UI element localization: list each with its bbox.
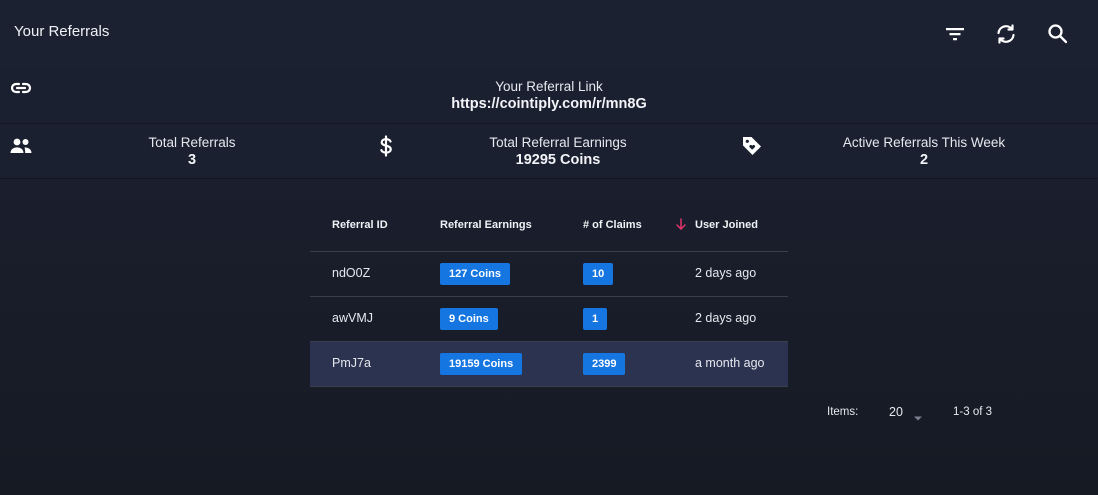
earnings-chip: 9 Coins — [440, 308, 498, 330]
top-bar — [0, 0, 1098, 68]
joined-cell: 2 days ago — [695, 266, 757, 280]
table-row[interactable]: awVMJ 9 Coins 1 2 days ago — [310, 297, 788, 342]
dollar-icon — [374, 134, 398, 158]
referral-id-cell: awVMJ — [332, 311, 373, 325]
sort-descending-icon[interactable] — [674, 217, 688, 231]
stat-active-referrals-value: 2 — [919, 152, 929, 168]
filter-icon[interactable] — [943, 22, 967, 46]
column-header-claims[interactable]: # of Claims — [583, 219, 642, 231]
items-per-page-select[interactable]: 20 — [889, 405, 903, 419]
referral-link-url[interactable]: https://cointiply.com/r/mn8G — [0, 96, 1098, 112]
joined-cell: a month ago — [695, 356, 765, 370]
column-header-referral-id[interactable]: Referral ID — [332, 219, 388, 231]
referral-link-caption: Your Referral Link — [495, 79, 603, 94]
stat-total-referrals-label: Total Referrals — [148, 135, 236, 150]
search-icon[interactable] — [1046, 22, 1070, 46]
chevron-down-icon[interactable] — [913, 409, 923, 421]
claims-chip: 2399 — [583, 353, 626, 375]
earnings-chip: 127 Coins — [440, 263, 510, 285]
stat-total-earnings-value: 19295 Coins — [515, 152, 601, 168]
tag-icon — [740, 134, 764, 158]
referrals-table: Referral ID Referral Earnings # of Claim… — [310, 200, 788, 387]
claims-chip: 10 — [583, 263, 614, 285]
stat-active-referrals-label: Active Referrals This Week — [842, 135, 1006, 150]
items-per-page-label: Items: — [827, 406, 859, 418]
table-row[interactable]: PmJ7a 19159 Coins 2399 a month ago — [310, 342, 788, 387]
stat-total-earnings-label: Total Referral Earnings — [489, 135, 627, 150]
claims-chip: 1 — [583, 308, 608, 330]
page-title: Your Referrals — [14, 23, 110, 40]
refresh-icon[interactable] — [994, 22, 1018, 46]
referral-id-cell: ndO0Z — [332, 266, 371, 280]
referral-id-cell: PmJ7a — [332, 356, 371, 370]
joined-cell: 2 days ago — [695, 311, 757, 325]
table-header: Referral ID Referral Earnings # of Claim… — [310, 200, 788, 252]
column-header-referral-earnings[interactable]: Referral Earnings — [440, 219, 532, 231]
column-header-user-joined[interactable]: User Joined — [695, 219, 758, 231]
pagination-range: 1-3 of 3 — [953, 406, 992, 418]
stat-total-referrals-value: 3 — [187, 152, 197, 168]
earnings-chip: 19159 Coins — [440, 353, 523, 375]
table-row[interactable]: ndO0Z 127 Coins 10 2 days ago — [310, 252, 788, 297]
people-icon — [9, 134, 33, 158]
